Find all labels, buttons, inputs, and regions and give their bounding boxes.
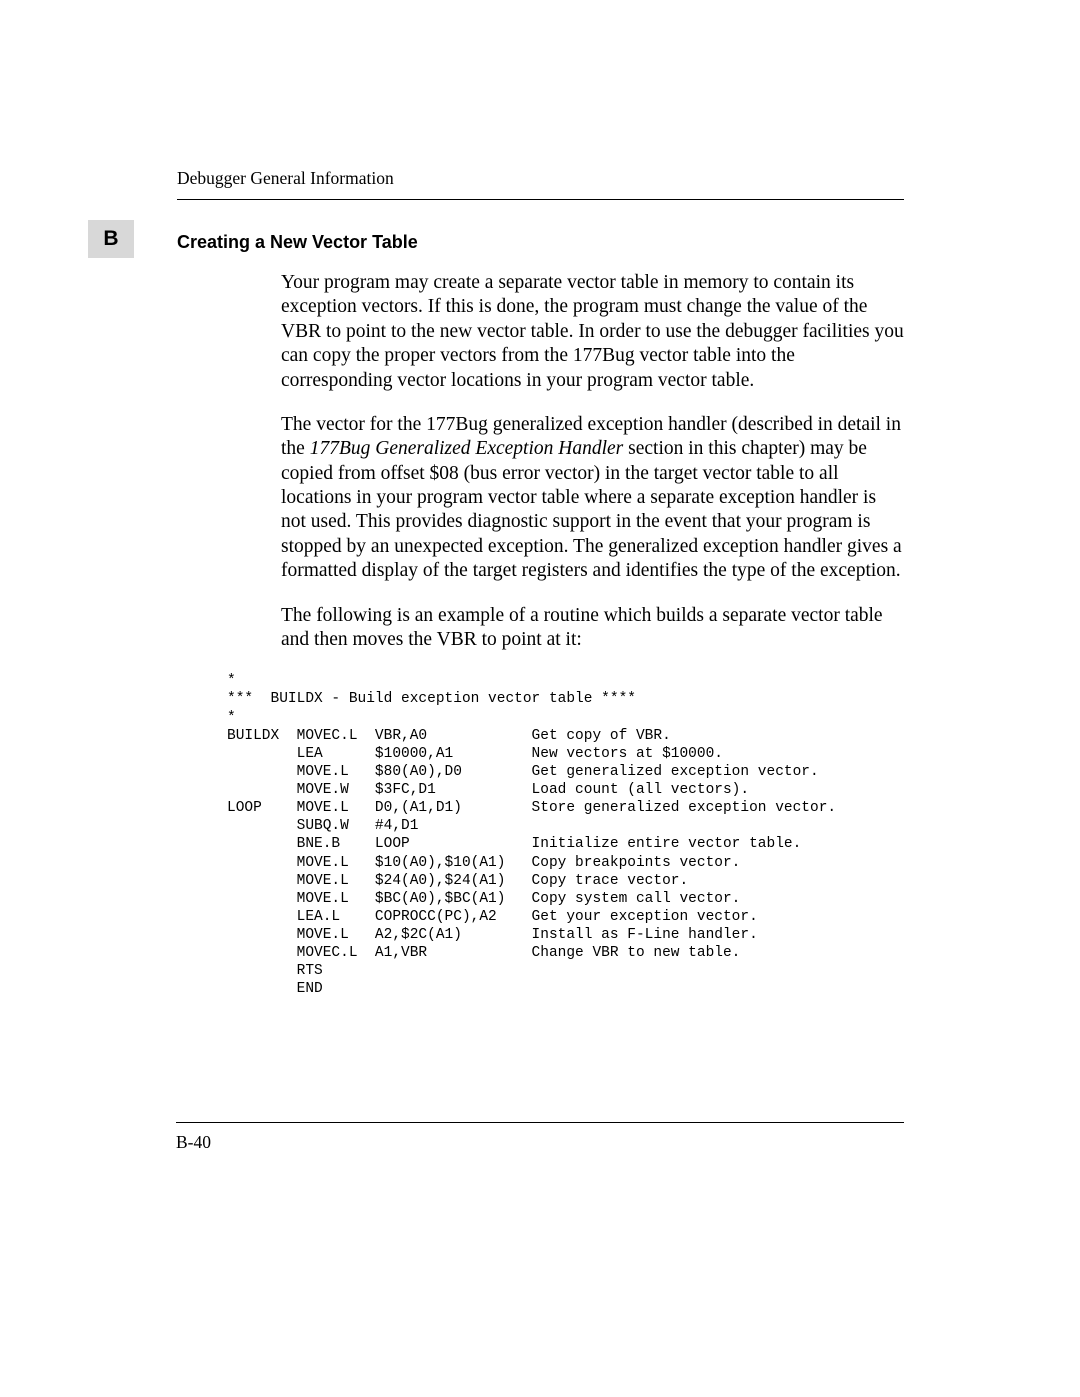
code-line: *: [227, 673, 236, 689]
header-rule: [177, 199, 904, 200]
code-listing: * *** BUILDX - Build exception vector ta…: [227, 672, 904, 998]
code-line: MOVEC.L A1,VBR Change VBR to new table.: [227, 945, 740, 961]
running-header: Debugger General Information: [177, 168, 904, 189]
code-line: RTS: [227, 963, 323, 979]
code-line: LOOP MOVE.L D0,(A1,D1) Store generalized…: [227, 800, 836, 816]
code-line: MOVE.L $10(A0),$10(A1) Copy breakpoints …: [227, 855, 740, 871]
code-line: LEA $10000,A1 New vectors at $10000.: [227, 746, 723, 762]
code-line: *: [227, 710, 236, 726]
code-line: SUBQ.W #4,D1: [227, 818, 418, 834]
paragraph-2-text-b: section in this chapter) may be copied f…: [281, 438, 902, 581]
code-line: MOVE.L A2,$2C(A1) Install as F-Line hand…: [227, 927, 758, 943]
code-line: MOVE.W $3FC,D1 Load count (all vectors).: [227, 782, 749, 798]
code-line: MOVE.L $80(A0),D0 Get generalized except…: [227, 764, 819, 780]
code-line: MOVE.L $24(A0),$24(A1) Copy trace vector…: [227, 873, 688, 889]
paragraph-2-emphasis: 177Bug Generalized Exception Handler: [310, 438, 624, 459]
page-number: B-40: [176, 1132, 211, 1153]
footer-rule: [176, 1122, 904, 1123]
paragraph-2: The vector for the 177Bug generalized ex…: [281, 413, 904, 584]
page-content: Debugger General Information B Creating …: [0, 0, 1080, 999]
paragraph-3: The following is an example of a routine…: [281, 604, 904, 653]
code-line: LEA.L COPROCC(PC),A2 Get your exception …: [227, 909, 758, 925]
code-line: END: [227, 981, 323, 997]
subheading-creating-vector-table: Creating a New Vector Table: [177, 232, 904, 253]
paragraph-1: Your program may create a separate vecto…: [281, 271, 904, 393]
section-tab: B: [88, 220, 134, 258]
code-line: BUILDX MOVEC.L VBR,A0 Get copy of VBR.: [227, 728, 671, 744]
code-line: MOVE.L $BC(A0),$BC(A1) Copy system call …: [227, 891, 740, 907]
code-line: BNE.B LOOP Initialize entire vector tabl…: [227, 836, 801, 852]
code-line: *** BUILDX - Build exception vector tabl…: [227, 691, 636, 707]
